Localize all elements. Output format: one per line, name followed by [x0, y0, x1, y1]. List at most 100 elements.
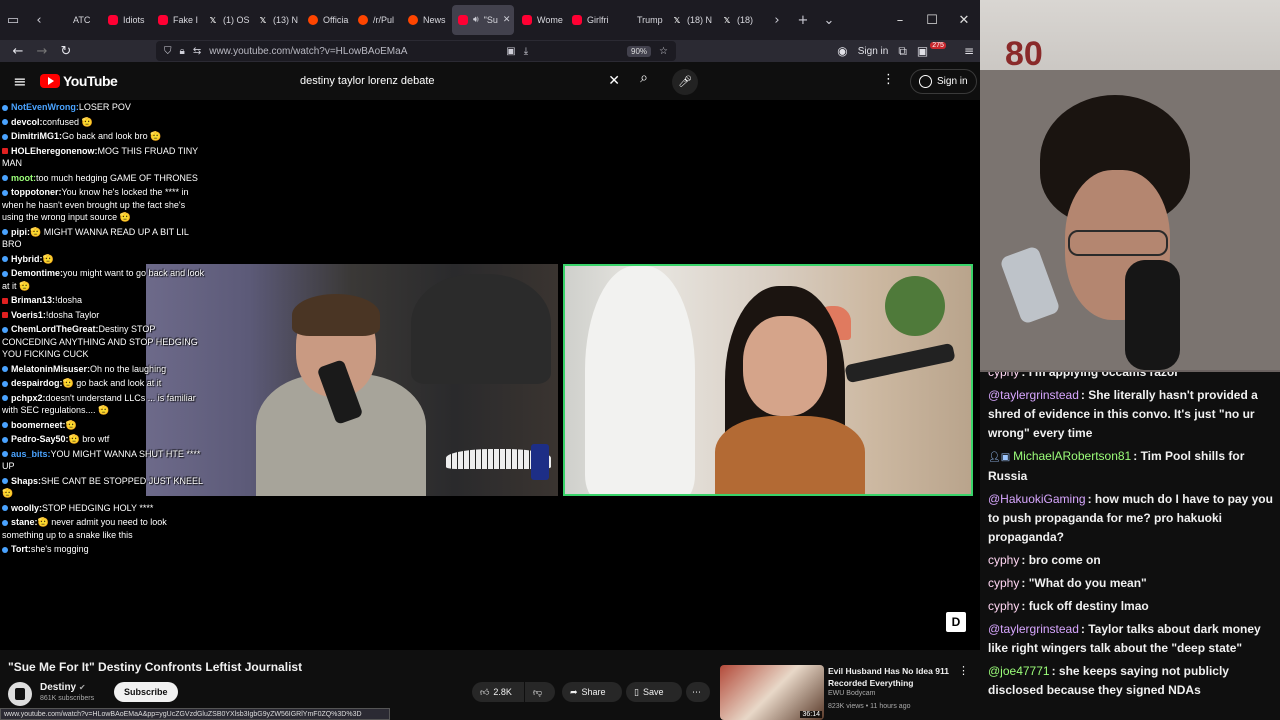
search-icon[interactable]: ⌕	[632, 70, 656, 92]
overlay-chat-line: Demontime:you might want to go back and …	[0, 266, 210, 293]
minimize-icon[interactable]: –	[884, 13, 916, 28]
overlay-chat-line: despairdog:🫡 go back and look at it	[0, 376, 210, 391]
browser-tab[interactable]: ATC	[52, 5, 100, 35]
overlay-chat-message: 🫡 go back and look at it	[62, 378, 162, 388]
recommended-channel[interactable]: EWU Bodycam	[828, 690, 875, 697]
account-icon[interactable]: ◉	[837, 44, 847, 58]
maximize-icon[interactable]: ☐	[916, 13, 948, 28]
tab-scroll-left-icon[interactable]: ‹	[26, 7, 52, 33]
reader-view-icon[interactable]: ▣	[506, 46, 515, 57]
url-text[interactable]: www.youtube.com/watch?v=HLowBAoEMaA	[209, 46, 407, 57]
browser-tab[interactable]: 🔊︎ "Su ✕	[452, 5, 514, 35]
addon-icon[interactable]: ▣	[917, 44, 928, 58]
forward-icon[interactable]: →	[30, 44, 54, 59]
back-icon[interactable]: ←	[6, 44, 30, 59]
like-button[interactable]: 👍︎ 2.8K	[472, 682, 524, 702]
menu-icon[interactable]: ≡	[964, 44, 974, 58]
channel-name[interactable]: Destiny ✔	[40, 682, 86, 693]
hamburger-menu-icon[interactable]: ≡	[0, 72, 40, 91]
search-query[interactable]: destiny taylor lorenz debate	[300, 75, 435, 87]
new-tab-icon[interactable]: +	[790, 7, 816, 33]
subscribe-button[interactable]: Subscribe	[114, 682, 178, 702]
youtube-favicon-icon	[522, 15, 532, 25]
lock-icon[interactable]: 🔒︎	[180, 46, 185, 57]
save-button[interactable]: ▯ Save	[626, 682, 682, 702]
shield-icon[interactable]: ⛉	[164, 46, 172, 57]
browser-tab[interactable]: 𝕏 (1) OS	[202, 5, 250, 35]
zoom-level[interactable]: 90%	[627, 45, 652, 57]
browser-tab[interactable]: Trump	[616, 5, 664, 35]
youtube-sign-in-button[interactable]: Sign in	[910, 69, 977, 94]
address-bar[interactable]: ⛉ 🔒︎ ⇆ www.youtube.com/watch?v=HLowBAoEM…	[156, 41, 676, 61]
recommended-thumbnail[interactable]: 36:14	[720, 665, 824, 720]
browser-tab-label: (13) N	[273, 15, 299, 25]
audio-playing-icon[interactable]: 🔊︎	[473, 15, 479, 25]
overlay-chat-line: MelatoninMisuser:Oh no the laughing	[0, 362, 210, 377]
live-chat-user[interactable]: @HakuokiGaming	[988, 492, 1086, 506]
video-player[interactable]: NotEvenWrong:LOSER POV devcol:confused 🫡 D…	[0, 100, 980, 650]
recommended-title[interactable]: Evil Husband Has No Idea 911 Recorded Ev…	[828, 665, 953, 689]
browser-tab-label: Girlfri	[587, 15, 609, 25]
close-tab-icon[interactable]: ✕	[503, 15, 511, 25]
twitch-badge-icon	[2, 175, 8, 182]
live-chat-message: @taylergrinstead: She literally hasn't p…	[988, 386, 1274, 443]
tab-overview-icon[interactable]: ▭	[0, 7, 26, 33]
browser-tab[interactable]: Wome	[516, 5, 564, 35]
browser-tab[interactable]: News	[402, 5, 450, 35]
browser-tab[interactable]: 𝕏 (13) N	[252, 5, 300, 35]
live-chat-user[interactable]: @taylergrinstead	[988, 388, 1079, 402]
permissions-icon[interactable]: ⇆	[193, 46, 201, 57]
clear-search-icon[interactable]: ✕	[608, 73, 620, 89]
dislike-button[interactable]: 👎︎	[525, 682, 555, 702]
live-chat-user[interactable]: cyphy	[988, 372, 1019, 379]
more-options-icon[interactable]: ⋮	[882, 72, 895, 87]
live-chat-user[interactable]: @joe47771	[988, 664, 1050, 678]
bookmark-star-icon[interactable]: ☆	[659, 46, 668, 57]
overlay-chat-line: devcol:confused 🫡	[0, 115, 210, 130]
browser-sign-in[interactable]: Sign in	[858, 46, 889, 57]
recommended-menu-icon[interactable]: ⋮	[958, 664, 969, 677]
overlay-chat-user: boomerneet:	[11, 419, 66, 430]
more-actions-button[interactable]: ⋯	[686, 682, 710, 702]
close-window-icon[interactable]: ✕	[948, 13, 980, 28]
extensions-icon[interactable]: ⧉	[898, 44, 907, 59]
live-chat-user[interactable]: @taylergrinstead	[988, 622, 1079, 636]
browser-tab[interactable]: Girlfri	[566, 5, 614, 35]
browser-tab[interactable]: Idiots	[102, 5, 150, 35]
browser-tab[interactable]: 𝕏 (18)	[716, 5, 764, 35]
browser-tab[interactable]: Officia	[302, 5, 350, 35]
live-chat-message: @joe47771: she keeps saying not publicly…	[988, 662, 1274, 700]
browser-tab[interactable]: 𝕏 (18) N	[666, 5, 714, 35]
reload-icon[interactable]: ↻	[54, 44, 78, 59]
video-title: "Sue Me For It" Destiny Confronts Leftis…	[8, 660, 303, 674]
reddit-logo-icon	[408, 15, 418, 25]
channel-name-text[interactable]: Destiny	[40, 682, 76, 693]
recommended-meta: 823K views • 11 hours ago	[828, 703, 911, 710]
download-icon[interactable]: ⤓	[524, 46, 528, 57]
overlay-chat-message: she's mogging	[30, 544, 89, 554]
share-button[interactable]: ➦ Share	[562, 682, 622, 702]
tab-scroll-right-icon[interactable]: ›	[764, 7, 790, 33]
channel-watermark-icon[interactable]: D	[946, 612, 966, 632]
live-chat-user[interactable]: cyphy	[988, 576, 1019, 590]
browser-tab[interactable]: Fake I	[152, 5, 200, 35]
search-input[interactable]: destiny taylor lorenz debate ✕	[290, 68, 630, 94]
overlay-chat-line: moot:too much hedging GAME OF THRONES	[0, 171, 210, 186]
channel-avatar[interactable]	[8, 682, 32, 706]
live-chat-user[interactable]: cyphy	[988, 553, 1019, 567]
youtube-header: ≡ YouTube destiny taylor lorenz debate ✕…	[0, 62, 980, 100]
reddit-logo-icon	[358, 15, 368, 25]
overlay-chat-message: 🫡 bro wtf	[68, 434, 110, 444]
voice-search-icon[interactable]: 🎤︎	[672, 69, 698, 95]
live-chat-user[interactable]: cyphy	[988, 599, 1019, 613]
youtube-logo[interactable]: YouTube	[40, 73, 118, 89]
browser-tab-label: Wome	[537, 15, 563, 25]
overlay-chat-user: stane:	[11, 517, 38, 527]
toolbar-right: ◉ Sign in ⧉ ▣ 275 ≡	[837, 41, 974, 59]
twitch-badge-icon	[2, 436, 8, 443]
live-chat-user[interactable]: MichaelARobertson81	[1013, 449, 1131, 463]
overlay-chat-message: !dosha Taylor	[45, 309, 100, 320]
browser-tab[interactable]: /r/Pul	[352, 5, 400, 35]
overlay-chat-line: boomerneet:🫡	[0, 418, 210, 433]
tab-list-icon[interactable]: ⌄	[816, 7, 842, 33]
